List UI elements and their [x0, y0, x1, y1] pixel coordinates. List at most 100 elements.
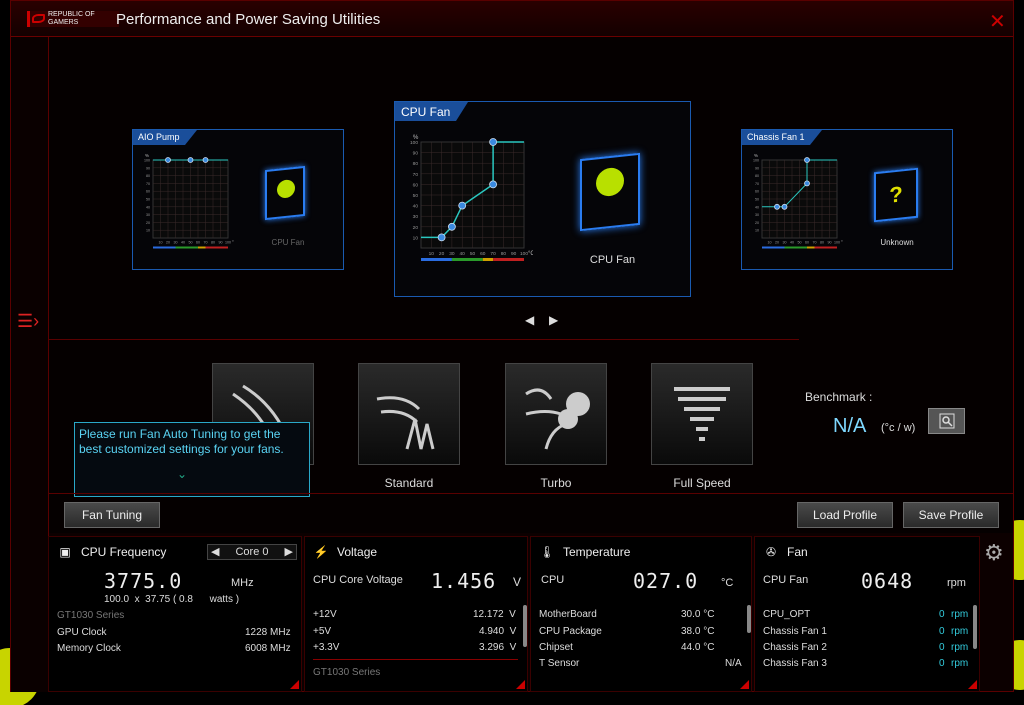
x-axis-unit: °C	[232, 240, 234, 245]
cpu-temp-label: CPU	[541, 574, 565, 586]
curve-point-handle[interactable]	[804, 157, 810, 163]
x-tick-label: 10	[159, 241, 163, 245]
voltage-12v-label: +12V	[313, 609, 337, 620]
panel-title: CPU Frequency	[81, 545, 167, 559]
curve-point-handle[interactable]	[458, 201, 467, 210]
fan-card-cpu-fan[interactable]: CPU Fan % 100 90 80 70 60 50 40 30 20 10 10 20 30 40 50…	[394, 101, 691, 297]
cpu-fan-unit: rpm	[947, 577, 966, 589]
button-bar: Fan Tuning Load Profile Save Profile	[49, 493, 1013, 533]
close-icon[interactable]: ✕	[989, 9, 1006, 34]
x-tick-label: 20	[775, 241, 779, 245]
load-profile-button[interactable]: Load Profile	[797, 502, 893, 528]
prev-fan-icon[interactable]: ◀	[525, 313, 549, 327]
settings-gear-icon[interactable]: ⚙	[984, 540, 1004, 566]
benchmark-run-button[interactable]	[928, 408, 965, 434]
y-tick-label: 10	[755, 229, 759, 233]
chassis-fan-3-value: 0	[939, 658, 945, 669]
x-tick-label: 100	[225, 241, 231, 245]
mode-label-standard: Standard	[384, 476, 434, 490]
x-tick-label: 90	[219, 241, 223, 245]
mode-label-turbo: Turbo	[540, 476, 572, 490]
curve-point-handle[interactable]	[165, 157, 171, 163]
x-tick-label: 20	[166, 241, 170, 245]
cpu-fan-curve-chart[interactable]: %10090807060504030201010 20 30 40 50 60 70 80 90…	[403, 130, 533, 275]
panel-title: Temperature	[563, 545, 631, 559]
expand-corner[interactable]	[290, 680, 299, 689]
chevron-down-icon: ⌄	[177, 467, 188, 481]
next-fan-icon[interactable]: ▶	[549, 313, 573, 327]
y-tick-label: 20	[413, 225, 419, 231]
y-tick-label: 30	[146, 213, 150, 217]
menu-toggle-icon[interactable]: ☰›	[17, 311, 39, 332]
cpu-fan-value: 0648	[861, 569, 914, 593]
fan-tuning-button[interactable]: Fan Tuning	[64, 502, 160, 528]
title-bar[interactable]: REPUBLIC OF GAMERS Performance and Power…	[11, 1, 1013, 37]
cpu-fan-label: CPU Fan	[763, 574, 809, 586]
thermometer-icon: 🌡	[539, 545, 555, 559]
scrollbar[interactable]	[973, 605, 977, 649]
temperature-zone-band	[784, 246, 807, 249]
logo-text: REPUBLIC OF GAMERS	[48, 11, 95, 26]
fan-device-label: CPU Fan	[271, 238, 305, 247]
cpu-frequency-unit: MHz	[231, 577, 254, 589]
chassis-fan-1-label: Chassis Fan 1	[763, 626, 827, 637]
fan-device-label: CPU Fan	[589, 254, 636, 266]
benchmark-label: Benchmark :	[805, 390, 873, 404]
gpu-name: GT1030 Series	[313, 667, 381, 676]
voltage-12v-value: 12.172 V	[473, 609, 516, 620]
fan-card-chassis-fan-1[interactable]: Chassis Fan 1 % 100 90 80 70 60 50 40 30 20 10 10 20…	[741, 129, 953, 270]
y-tick-label: 90	[146, 166, 150, 170]
curve-point-handle[interactable]	[781, 203, 788, 210]
x-tick-label: 80	[820, 241, 824, 245]
mode-full-speed-button[interactable]	[651, 363, 753, 465]
temperature-zone-band	[482, 258, 494, 261]
curve-point-handle[interactable]	[489, 180, 497, 189]
mode-turbo-button[interactable]	[505, 363, 607, 465]
cpu-multiplier: 100.0 x 37.75 ( 0.8 watts )	[104, 594, 240, 605]
chassis-fan-3-unit: rpm	[951, 658, 969, 669]
y-tick-label: 10	[413, 235, 419, 241]
curve-point-handle[interactable]	[774, 203, 780, 210]
section-divider	[49, 339, 799, 340]
chipset-temp-label: Chipset	[539, 642, 573, 653]
y-axis-unit: %	[145, 153, 149, 158]
gpu-clock-label: GPU Clock	[57, 627, 107, 638]
chassis-fan-3-label: Chassis Fan 3	[763, 658, 827, 669]
expand-corner[interactable]	[516, 680, 525, 689]
x-tick-label: 50	[470, 251, 476, 257]
core-selector[interactable]: ◀ Core 0 ▶	[207, 544, 297, 560]
benchmark-value: N/A	[833, 415, 867, 437]
curve-point-handle[interactable]	[187, 157, 194, 163]
curve-point-handle[interactable]	[489, 138, 497, 146]
chassis-fan-2-label: Chassis Fan 2	[763, 642, 827, 653]
save-profile-button[interactable]: Save Profile	[903, 502, 999, 528]
fan-card-title: CPU Fan	[395, 102, 469, 121]
chevron-left-icon[interactable]: ◀	[211, 545, 219, 559]
fan-carousel-nav: ◀ ▶	[525, 313, 585, 327]
y-tick-label: 50	[146, 198, 150, 202]
scrollbar[interactable]	[747, 605, 751, 633]
y-tick-label: 90	[413, 151, 419, 157]
y-tick-label: 30	[755, 213, 759, 217]
curve-point-handle[interactable]	[448, 222, 456, 231]
fan-device-label: Unknown	[880, 238, 914, 247]
y-axis-unit: %	[754, 153, 758, 158]
curve-point-handle[interactable]	[202, 157, 209, 163]
y-tick-label: 20	[755, 221, 759, 225]
x-tick-label: 10	[429, 251, 435, 257]
expand-corner[interactable]	[968, 680, 977, 689]
chassis-fan-curve-chart[interactable]: %10090807060504030201010 20 30 40 50 60 70 80 90…	[748, 148, 843, 250]
curve-point-handle[interactable]	[437, 233, 446, 242]
chevron-right-icon[interactable]: ▶	[285, 545, 293, 559]
x-tick-label: 60	[805, 241, 809, 245]
expand-corner[interactable]	[740, 680, 749, 689]
mode-standard-button[interactable]	[358, 363, 460, 465]
cpu-temp-value: 027.0	[633, 569, 699, 593]
fan-card-aio-pump[interactable]: AIO Pump % 100 90 80 70 60 50 40 30 20 10 10 20 30 40 5…	[132, 129, 344, 270]
x-tick-label: 70	[204, 241, 208, 245]
curve-point-handle[interactable]	[804, 180, 810, 187]
cpu-fan-case-icon	[265, 165, 305, 221]
fan-card-title: Chassis Fan 1	[742, 130, 821, 145]
aio-fan-curve-chart[interactable]: %10090807060504030201010 20 30 40 50 60 70 80 90…	[139, 148, 234, 250]
scrollbar[interactable]	[523, 605, 527, 647]
